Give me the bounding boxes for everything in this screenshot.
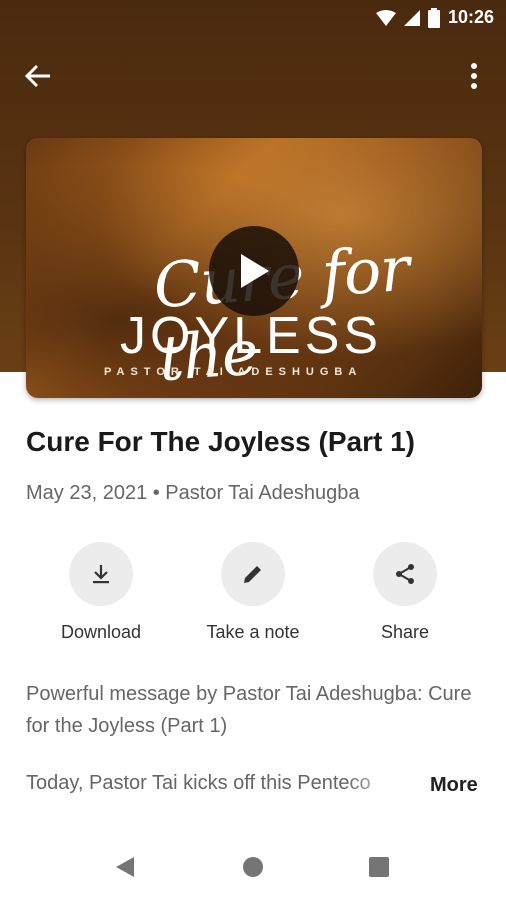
action-row: Download Take a note Share	[0, 542, 506, 652]
sermon-title: Cure For The Joyless (Part 1)	[26, 426, 416, 457]
take-a-note-button[interactable]: Take a note	[178, 542, 328, 643]
play-icon	[241, 254, 269, 288]
download-button[interactable]: Download	[26, 542, 176, 643]
thumbnail-subtitle-text: PASTOR TAI ADESHUGBA	[104, 366, 363, 378]
share-label: Share	[380, 622, 430, 642]
download-label: Download	[60, 622, 142, 642]
share-button[interactable]: Share	[330, 542, 480, 643]
nav-home-icon	[243, 857, 263, 877]
play-button[interactable]	[209, 226, 299, 316]
system-nav-bar	[0, 830, 506, 900]
sermon-description: Powerful message by Pastor Tai Adeshugba…	[26, 683, 472, 737]
more-vert-icon	[471, 63, 477, 89]
take-a-note-label: Take a note	[206, 622, 300, 642]
share-circle	[373, 542, 437, 606]
sermon-meta: May 23, 2021 • Pastor Tai Adeshugba	[26, 482, 360, 504]
nav-recents-button[interactable]	[364, 852, 394, 882]
share-icon	[396, 564, 414, 584]
download-icon	[93, 565, 109, 584]
pencil-icon	[244, 566, 261, 583]
nav-back-button[interactable]	[110, 852, 140, 882]
battery-icon	[427, 7, 440, 28]
take-a-note-circle	[221, 542, 285, 606]
nav-home-button[interactable]	[238, 852, 268, 882]
download-circle	[69, 542, 133, 606]
nav-recents-icon	[369, 857, 389, 877]
more-options-button[interactable]	[456, 58, 492, 94]
status-time: 10:26	[447, 7, 494, 27]
thumbnail-title-text: JOYLESS	[120, 307, 383, 365]
app-bar	[0, 50, 506, 98]
back-button[interactable]	[20, 58, 56, 94]
wifi-icon	[375, 9, 396, 26]
nav-back-icon	[116, 857, 134, 877]
description-teaser-row: Today, Pastor Tai kicks off this Penteco	[26, 772, 486, 806]
arrow-back-icon	[25, 64, 50, 88]
teaser-fade	[346, 772, 406, 806]
more-button[interactable]: More	[430, 774, 478, 797]
status-bar: 10:26	[0, 0, 506, 36]
cell-signal-icon	[403, 9, 420, 26]
description-teaser: Today, Pastor Tai kicks off this Penteco	[26, 772, 371, 794]
sermon-thumbnail[interactable]: Cure for the JOYLESS PASTOR TAI ADESHUGB…	[26, 138, 482, 398]
